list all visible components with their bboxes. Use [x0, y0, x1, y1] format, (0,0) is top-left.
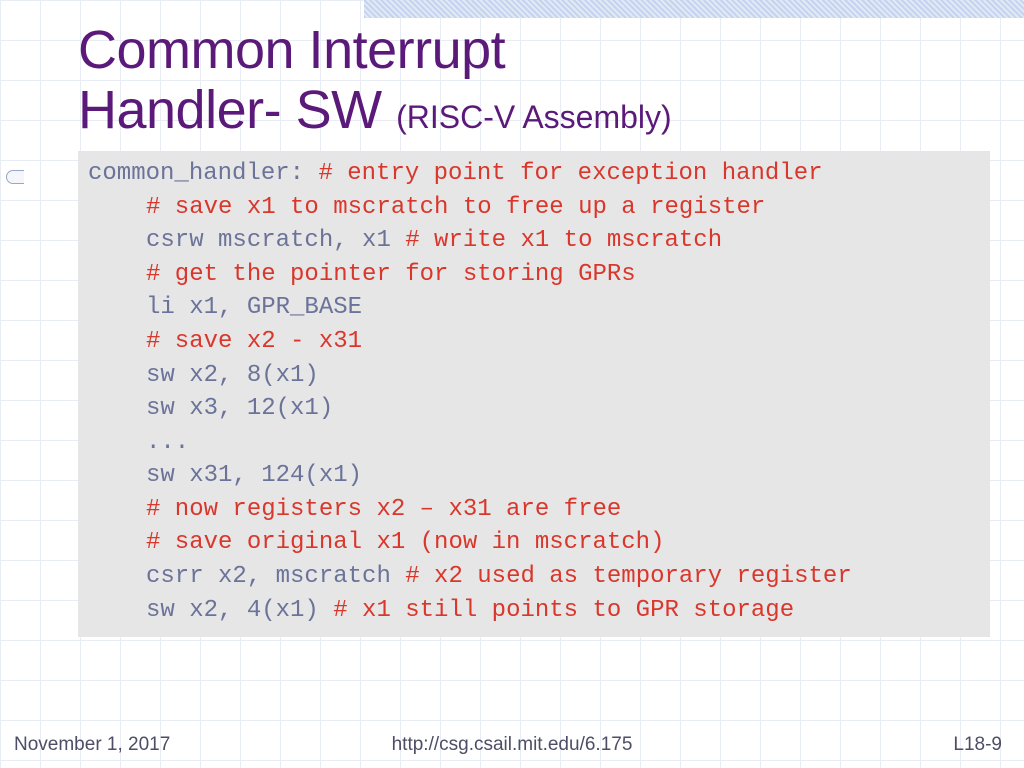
code-instr: sw x2, 8(x1) [146, 362, 319, 389]
code-comment: # x2 used as temporary register [405, 563, 851, 590]
title-line-2-main: Handler- SW [78, 80, 396, 140]
code-instr: sw x31, 124(x1) [146, 462, 362, 489]
code-instr: csrr x2, mscratch [146, 563, 405, 590]
code-instr: ... [146, 429, 189, 456]
footer-url: http://csg.csail.mit.edu/6.175 [392, 734, 633, 756]
code-label: common_handler: [88, 160, 318, 187]
code-instr: sw x3, 12(x1) [146, 395, 333, 422]
slide-footer: November 1, 2017 http://csg.csail.mit.ed… [0, 734, 1024, 756]
slide: Common Interrupt Handler- SW (RISC-V Ass… [0, 0, 1024, 768]
code-comment: # get the pointer for storing GPRs [146, 261, 636, 288]
code-instr: csrw mscratch, x1 [146, 227, 405, 254]
code-comment: # save original x1 (now in mscratch) [146, 529, 664, 556]
title-line-1: Common Interrupt [78, 20, 1024, 80]
title-line-2-sub: (RISC-V Assembly) [396, 99, 672, 135]
code-comment: # now registers x2 – x31 are free [146, 496, 621, 523]
code-block: common_handler: # entry point for except… [78, 151, 990, 637]
code-comment: # save x1 to mscratch to free up a regis… [146, 194, 765, 221]
code-comment: # save x2 - x31 [146, 328, 362, 355]
footer-page: L18-9 [953, 734, 1002, 756]
code-instr: sw x2, 4(x1) [146, 597, 333, 624]
code-instr: li x1, GPR_BASE [146, 294, 362, 321]
code-comment: # write x1 to mscratch [405, 227, 722, 254]
footer-date: November 1, 2017 [14, 734, 170, 756]
code-comment: # entry point for exception handler [318, 160, 822, 187]
code-comment: # x1 still points to GPR storage [333, 597, 794, 624]
slide-title: Common Interrupt Handler- SW (RISC-V Ass… [0, 20, 1024, 141]
